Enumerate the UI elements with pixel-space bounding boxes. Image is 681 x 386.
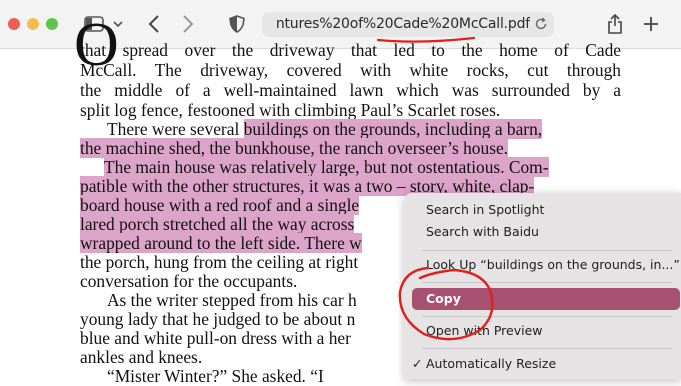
forward-icon[interactable] — [176, 12, 200, 36]
minimize-window-button[interactable] — [27, 18, 39, 30]
text-line: McCall. The driveway, covered with white… — [80, 60, 621, 80]
menu-separator — [422, 348, 672, 349]
menu-item-copy[interactable]: Copy — [412, 288, 680, 310]
url-text: ntures%20of%20Cade%20McCall.pdf — [275, 16, 530, 32]
address-bar[interactable]: ntures%20of%20Cade%20McCall.pdf — [262, 12, 554, 37]
menu-separator — [422, 316, 672, 317]
menu-item-look-up[interactable]: Look Up “buildings on the grounds, in...… — [426, 255, 680, 275]
zoom-window-button[interactable] — [46, 18, 58, 30]
selected-text: the machine shed, the bunkhouse, the ran… — [80, 138, 509, 158]
text-line: that spread over the driveway that led t… — [80, 40, 621, 60]
text-line: the middle of a well-maintained lawn whi… — [80, 80, 621, 100]
selected-text: The main house was relatively large, but… — [104, 157, 549, 177]
back-icon[interactable] — [142, 12, 166, 36]
menu-item-open-with-preview[interactable]: Open with Preview — [426, 321, 543, 341]
selected-text: lared porch stretched all the way across — [80, 214, 355, 234]
text-line: The main house was relatively large, but… — [80, 157, 621, 177]
context-menu: Search in Spotlight Search with Baidu Lo… — [404, 193, 681, 379]
new-tab-icon[interactable] — [639, 12, 663, 36]
share-icon[interactable] — [603, 12, 627, 36]
menu-separator — [422, 250, 672, 251]
text-line: the machine shed, the bunkhouse, the ran… — [80, 138, 621, 158]
selected-text: buildings on the grounds, including a ba… — [243, 119, 543, 139]
text-line: split log fence, festooned with climbing… — [80, 100, 501, 120]
selected-text: wrapped around to the left side. There w — [80, 233, 362, 253]
selected-text: board house with a red roof and a single — [80, 195, 360, 215]
menu-separator — [422, 282, 672, 283]
text-line: There were several buildings on the grou… — [107, 119, 543, 139]
shield-icon[interactable] — [225, 12, 249, 36]
checkmark-icon: ✓ — [412, 356, 423, 371]
close-window-button[interactable] — [8, 18, 20, 30]
menu-item-search-baidu[interactable]: Search with Baidu — [426, 222, 539, 242]
menu-item-automatically-resize[interactable]: Automatically Resize — [426, 354, 556, 374]
reload-icon[interactable] — [534, 17, 548, 36]
menu-item-search-spotlight[interactable]: Search in Spotlight — [426, 200, 544, 220]
